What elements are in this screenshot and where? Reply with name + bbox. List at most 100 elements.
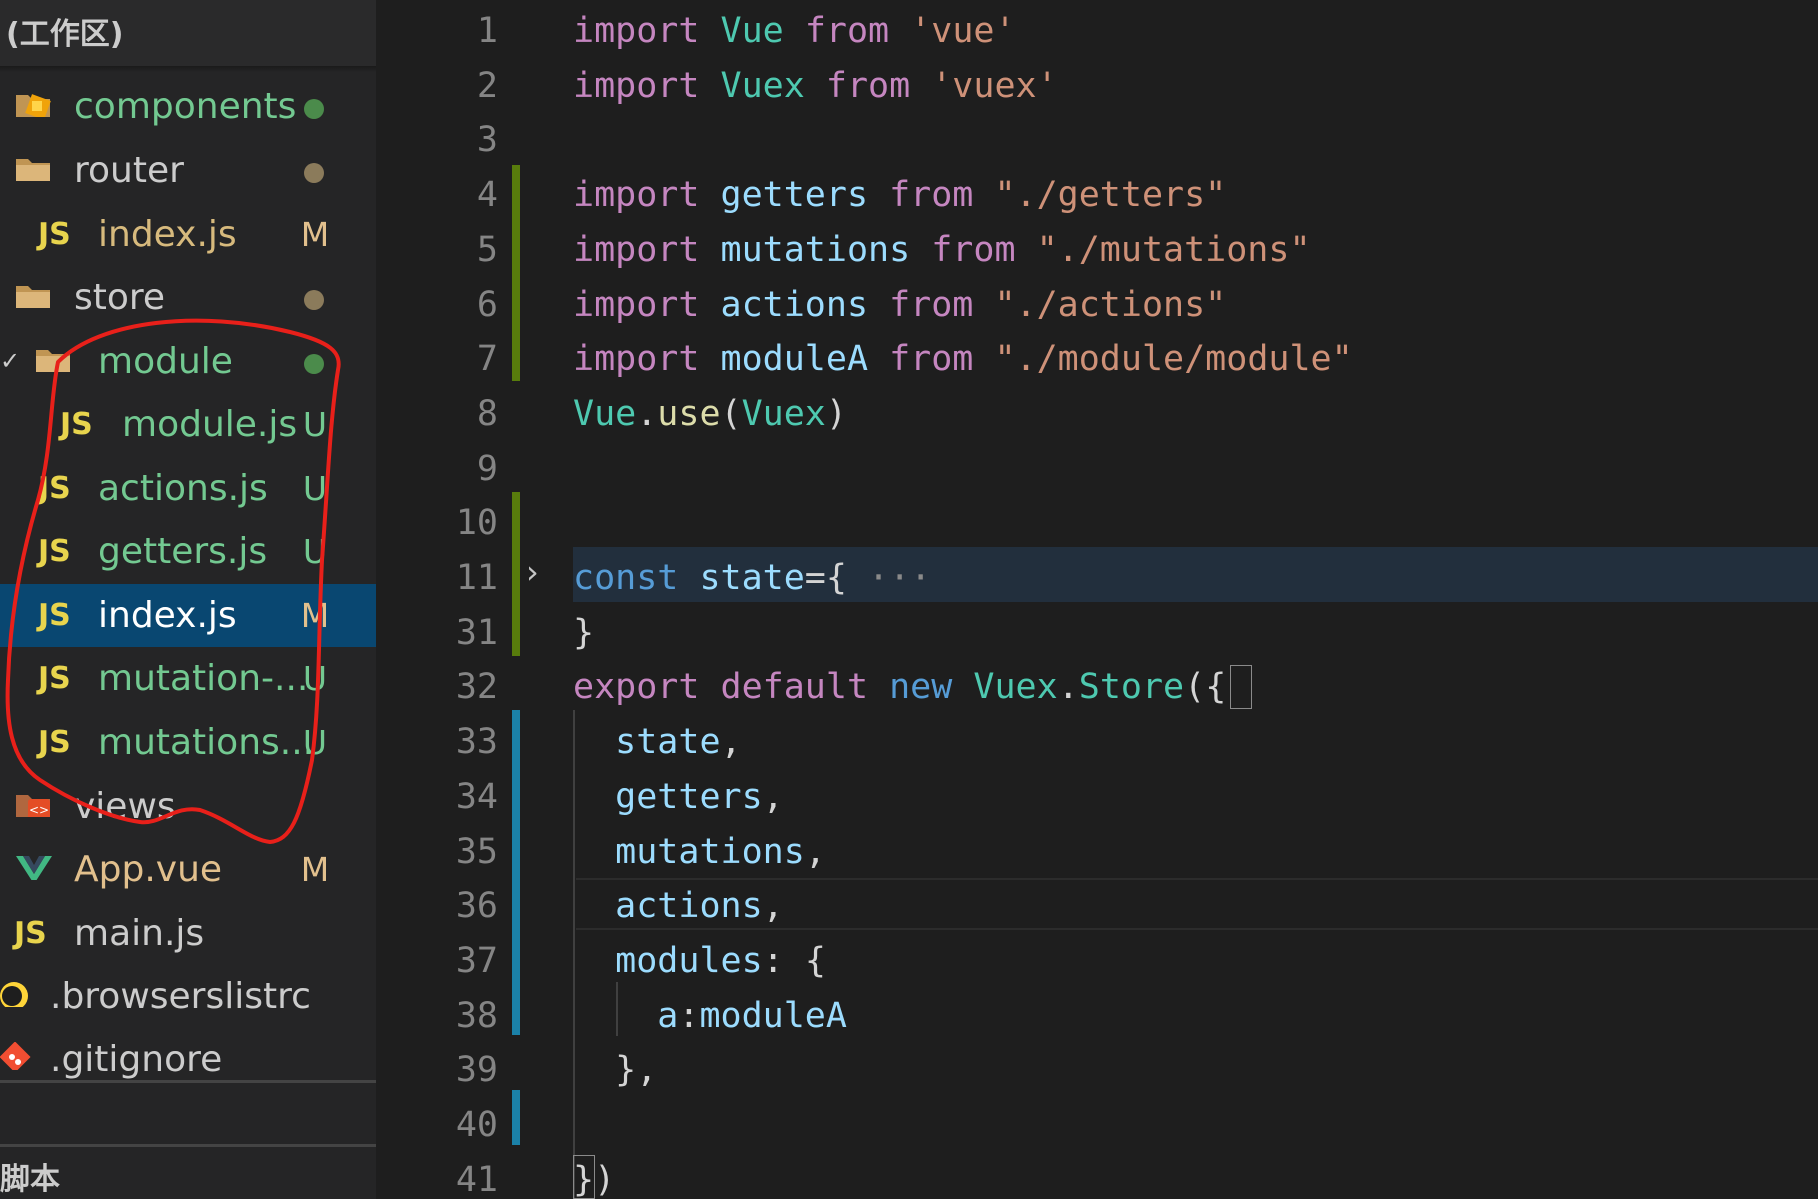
code-line[interactable]: export default new Vuex.Store({ [573, 660, 1226, 715]
explorer-sidebar: (工作区) components router JS index.js Mstore ✓ m… [0, 0, 376, 1199]
code-token: import [573, 339, 721, 380]
git-status-dot [304, 99, 324, 119]
code-token: a [657, 995, 679, 1036]
tree-item[interactable]: App.vue M [0, 838, 376, 901]
code-token: ··· [868, 558, 932, 598]
code-token: ={ [804, 558, 869, 598]
code-token: "./module/module" [994, 339, 1353, 380]
code-token: 'vuex' [931, 65, 1058, 106]
code-line[interactable]: Vue.use(Vuex) [573, 387, 847, 442]
git-added-gutter-bar [512, 492, 520, 656]
code-token: state [615, 722, 721, 763]
tree-item-label: index.js [98, 595, 237, 636]
npm-scripts-section-header[interactable]: 脚本 [0, 1150, 60, 1199]
tree-item-label: .browserslistrc [50, 976, 311, 1017]
code-token: , [720, 722, 742, 763]
git-status-badge: M [300, 596, 330, 635]
code-line[interactable]: actions, [573, 879, 784, 934]
tree-item[interactable]: <> views [0, 775, 376, 838]
tree-item[interactable]: router [0, 139, 376, 202]
tree-item[interactable]: JS actions.js U [0, 457, 376, 520]
code-line[interactable]: } [573, 606, 594, 661]
tree-item[interactable]: JS getters.js U [0, 520, 376, 583]
code-token: modules [615, 940, 763, 981]
code-token: ( [720, 393, 742, 434]
code-line[interactable]: modules: { [573, 934, 826, 989]
views-folder-icon: <> [16, 795, 50, 817]
line-number: 35 [455, 831, 498, 872]
code-line[interactable]: import actions from "./actions" [573, 278, 1226, 333]
code-token: "./getters" [994, 175, 1227, 216]
fold-expand-icon[interactable]: › [526, 553, 539, 591]
code-token: "./actions" [994, 284, 1227, 325]
code-token: from [804, 11, 911, 51]
code-token: mutations [615, 831, 805, 872]
code-line[interactable]: import getters from "./getters" [573, 168, 1226, 223]
tree-item[interactable]: JS mutations... U [0, 711, 376, 774]
code-line[interactable]: import mutations from "./mutations" [573, 223, 1311, 278]
tree-item[interactable]: ✓ module [0, 330, 376, 393]
tree-item[interactable]: components [0, 75, 376, 138]
tree-item-label: main.js [74, 913, 205, 954]
code-token: state [699, 558, 805, 598]
tree-item[interactable]: .browserslistrc [0, 965, 376, 1028]
code-editor[interactable]: › 1 2 3 4 5 6 7 8 9 10 11 31 32 33 34 35 36 37 38 39 40 41 im… [376, 0, 1818, 1199]
code-token: import [573, 175, 721, 216]
chevron-down-icon[interactable]: ✓ [0, 330, 20, 393]
git-status-badge: U [302, 469, 328, 508]
tree-item-label: index.js [98, 214, 237, 255]
code-token: , [762, 776, 784, 817]
git-status-badge: U [302, 532, 328, 571]
tree-item[interactable]: store [0, 266, 376, 329]
code-token: : [678, 995, 700, 1036]
svg-text:<>: <> [29, 803, 49, 817]
tree-item[interactable]: JS index.js M [0, 203, 376, 266]
code-line[interactable]: import Vuex from 'vuex' [573, 59, 1058, 114]
js-icon: JS [38, 217, 71, 252]
git-status-badge: M [300, 215, 330, 254]
code-token: Vue [573, 393, 637, 434]
git-added-gutter-bar [512, 165, 520, 381]
line-number: 40 [455, 1105, 498, 1145]
vue-icon [16, 856, 52, 880]
code-line[interactable]: }) [573, 1153, 615, 1199]
line-number: 36 [455, 886, 498, 927]
tree-item-label: actions.js [98, 468, 268, 509]
tree-item[interactable]: JS index.js M [0, 584, 376, 647]
line-number: 10 [455, 503, 498, 544]
folder-icon [16, 286, 50, 308]
tree-item-label: App.vue [74, 849, 223, 890]
js-icon: JS [38, 534, 71, 569]
code-line[interactable]: }, [573, 1043, 657, 1098]
code-token: }) [573, 1159, 616, 1199]
code-token: }, [573, 1050, 658, 1091]
js-icon: JS [14, 916, 47, 951]
code-line[interactable]: getters, [573, 770, 784, 825]
code-token: Store [1078, 667, 1185, 708]
line-number: 2 [476, 65, 498, 106]
code-line[interactable]: a:moduleA [573, 989, 847, 1044]
code-token: 'vue' [910, 11, 1016, 51]
code-line[interactable]: state, [573, 715, 742, 770]
tree-item-label: module.js [122, 404, 298, 445]
code-line[interactable]: const state={ ··· [573, 551, 931, 606]
code-token: , [762, 886, 784, 927]
git-modified-gutter-bar [512, 1090, 520, 1145]
tree-item-label: module [98, 341, 233, 382]
tree-item[interactable]: JS main.js [0, 902, 376, 965]
code-line[interactable]: import Vue from 'vue' [573, 4, 1016, 59]
code-line[interactable]: mutations, [573, 825, 826, 880]
line-number: 38 [455, 995, 498, 1036]
code-line[interactable]: import moduleA from "./module/module" [573, 332, 1353, 387]
folder-icon [36, 350, 70, 372]
tree-item[interactable]: JS module.js U [0, 393, 376, 456]
tree-item-label: store [74, 277, 166, 318]
line-number: 32 [455, 667, 498, 708]
code-token: Vue [720, 11, 805, 51]
git-modified-gutter-bar [512, 710, 520, 1035]
tree-item[interactable]: JS mutation-... U [0, 647, 376, 710]
git-status-dot [304, 290, 324, 310]
code-token: Vuex [720, 65, 826, 106]
explorer-section-header[interactable]: (工作区) [0, 0, 376, 66]
